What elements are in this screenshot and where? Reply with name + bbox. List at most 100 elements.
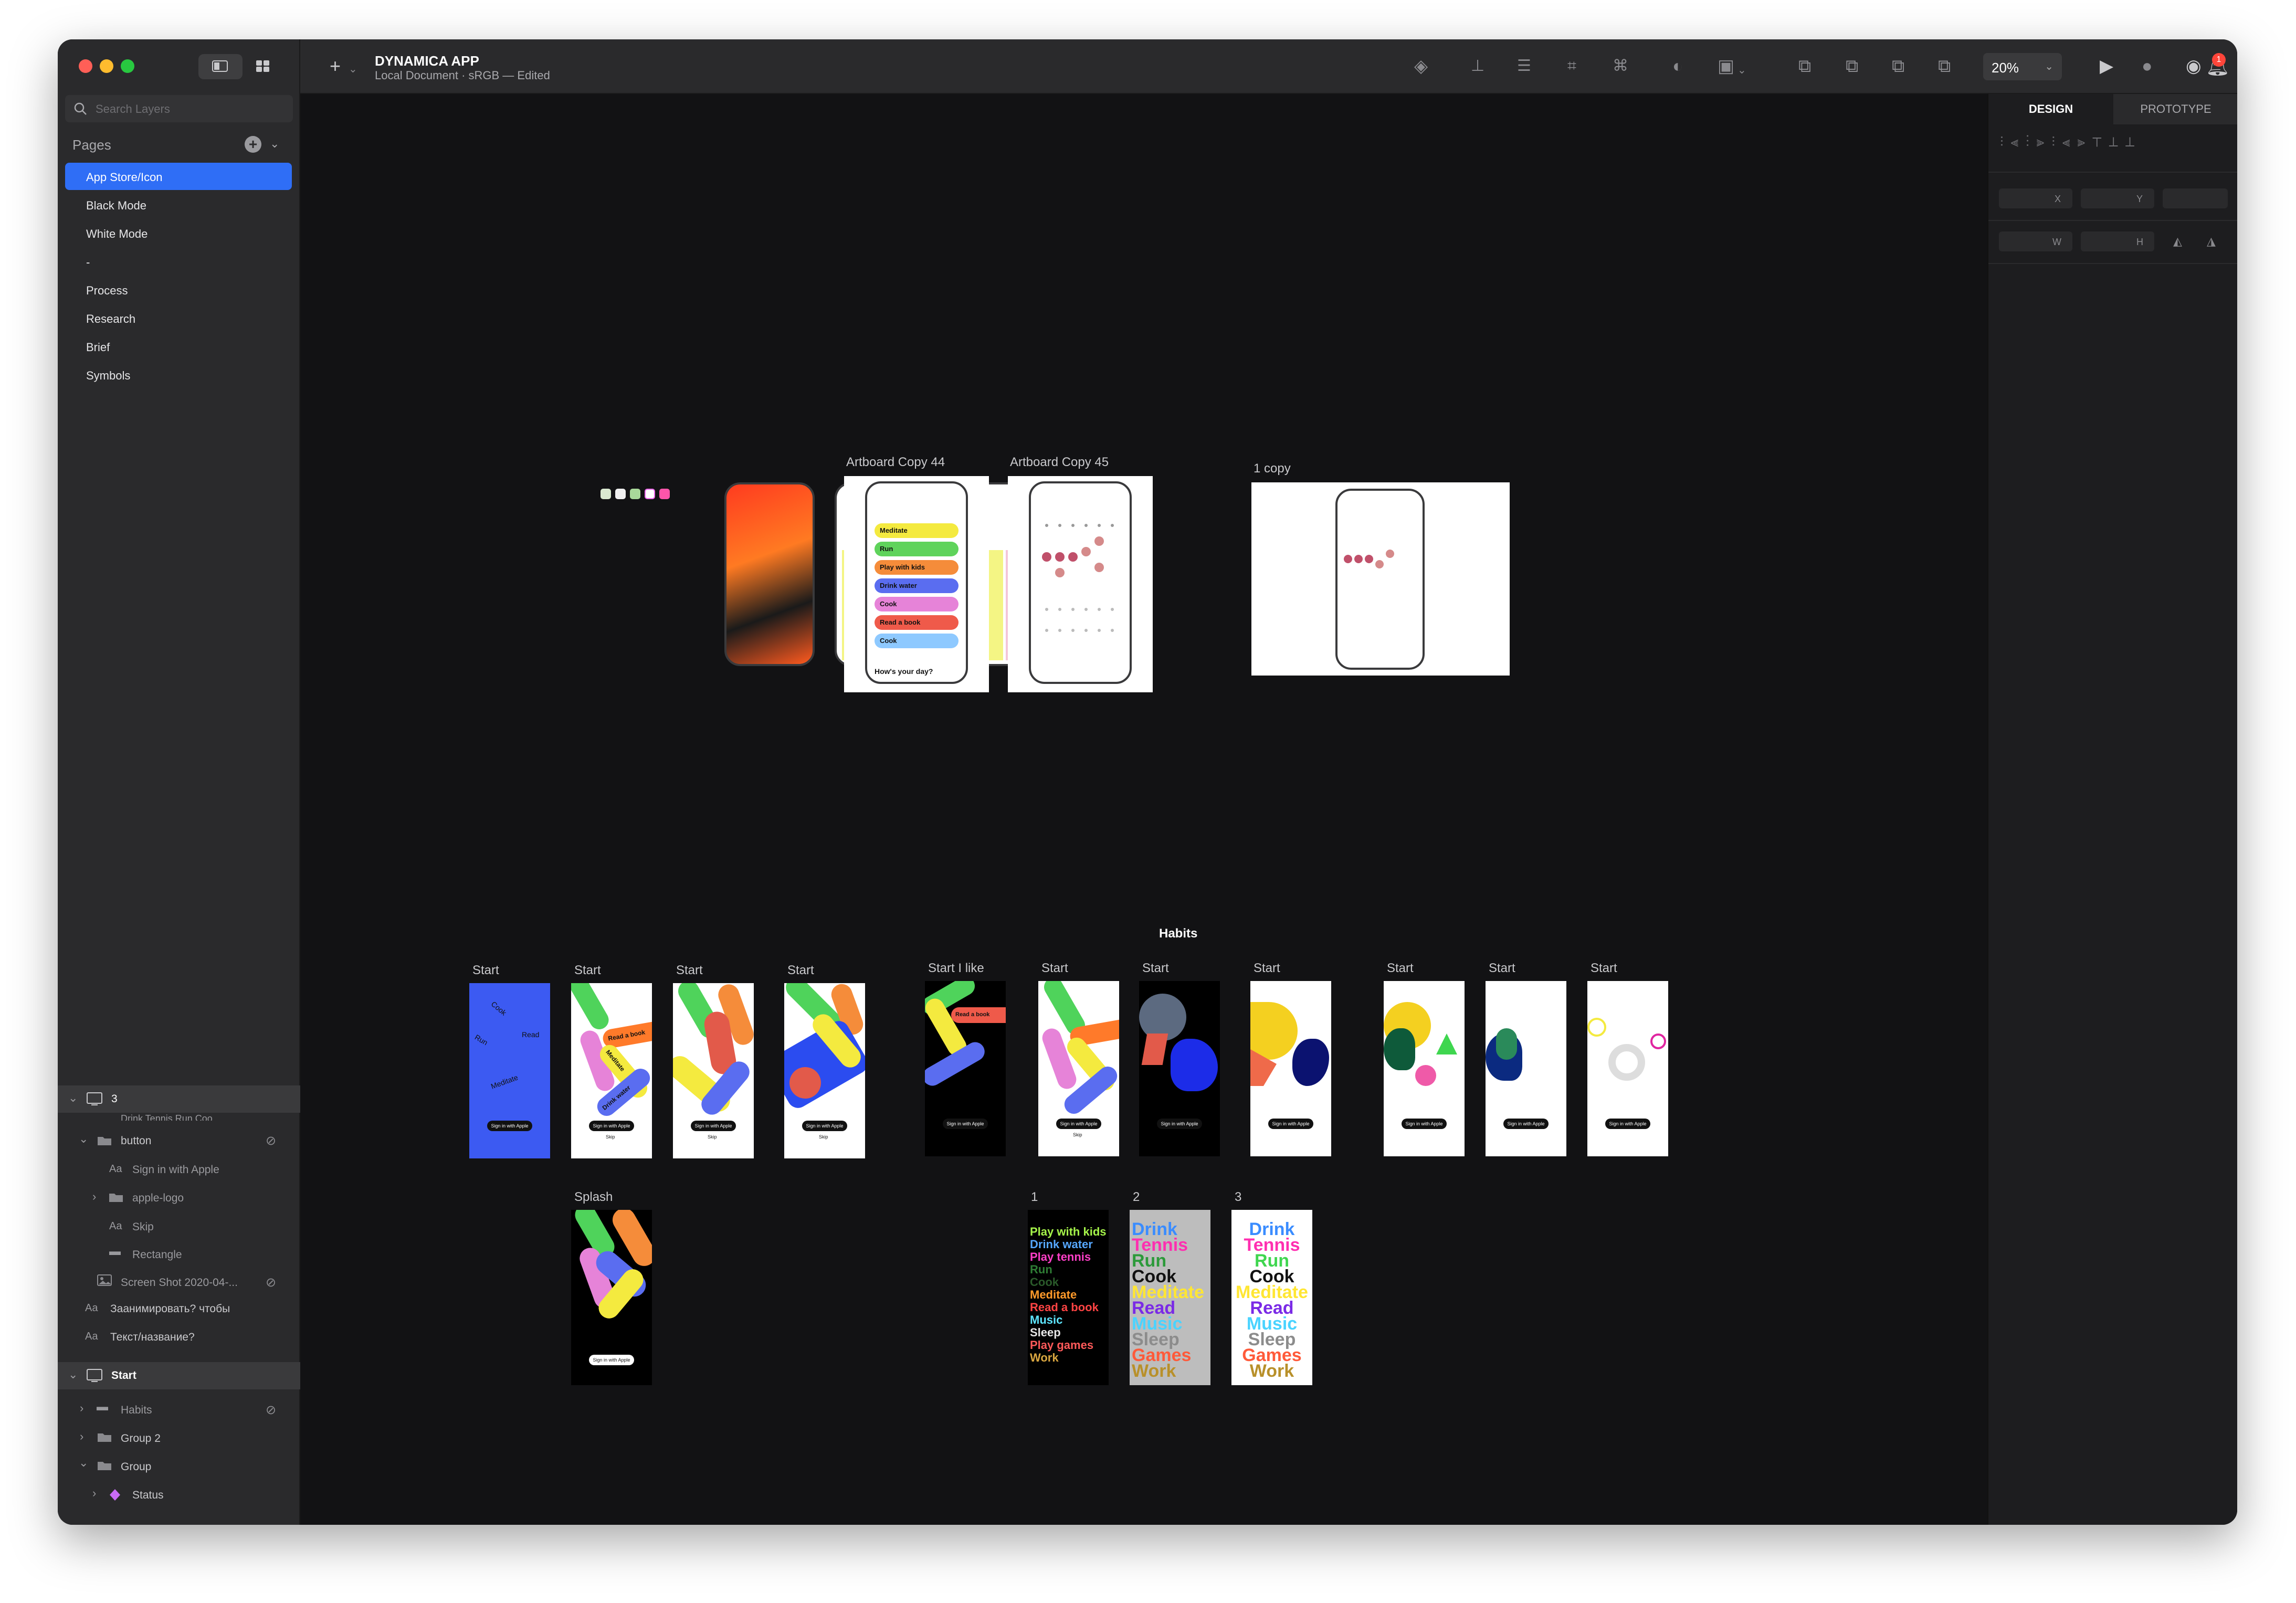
- layer-button[interactable]: button: [121, 1135, 151, 1147]
- page-app-store-icon[interactable]: App Store/Icon: [65, 163, 292, 190]
- resize-icon[interactable]: ▣: [1718, 57, 1734, 75]
- page-symbols[interactable]: Symbols: [65, 361, 292, 388]
- start-artboard-8[interactable]: Sign in with Apple: [1384, 981, 1465, 1156]
- zoom-select[interactable]: 20% ⌄: [1983, 53, 2062, 80]
- design-canvas[interactable]: Artboard Copy 44 Meditate Run Play with …: [300, 94, 1987, 1525]
- sign-in-button[interactable]: Sign in with Apple: [1268, 1119, 1313, 1129]
- start-artboard-7[interactable]: Sign in with Apple: [1250, 981, 1331, 1156]
- sign-in-button[interactable]: Sign in with Apple: [1605, 1119, 1650, 1129]
- distribute-icon[interactable]: ⊥: [1471, 57, 1484, 75]
- difference-icon[interactable]: ⧉: [1938, 57, 1951, 75]
- chevron-right-icon[interactable]: ›: [80, 1401, 83, 1415]
- page-brief[interactable]: Brief: [65, 333, 292, 360]
- layer-status[interactable]: Status: [132, 1489, 164, 1502]
- artboard-copy-44[interactable]: Meditate Run Play with kids Drink water …: [844, 476, 989, 692]
- page-black-mode[interactable]: Black Mode: [65, 191, 292, 218]
- start-artboard-6[interactable]: Sign in with Apple: [1139, 981, 1220, 1156]
- app-icons-row[interactable]: [601, 489, 684, 500]
- preview-play-icon[interactable]: ▶: [2100, 57, 2113, 75]
- skip-link[interactable]: Skip: [819, 1134, 828, 1140]
- sign-in-button[interactable]: Sign in with Apple: [1056, 1119, 1101, 1129]
- iphone-homescreen-mockup[interactable]: [724, 482, 815, 666]
- skip-link[interactable]: Skip: [606, 1134, 615, 1140]
- search-layers-field[interactable]: Search Layers: [65, 95, 293, 122]
- skip-link[interactable]: Skip: [1073, 1132, 1082, 1137]
- layer-text-title[interactable]: Текст/название?: [110, 1331, 195, 1344]
- layer-apple-logo[interactable]: apple-logo: [132, 1192, 184, 1205]
- start-artboard-2[interactable]: Read a book Meditate Drink water Sign in…: [571, 983, 652, 1158]
- sign-in-button[interactable]: Sign in with Apple: [943, 1119, 988, 1129]
- artboard-copy-45[interactable]: [1008, 476, 1153, 692]
- sign-in-button[interactable]: Sign in with Apple: [1402, 1119, 1447, 1129]
- chevron-down-icon[interactable]: ⌄: [79, 1456, 88, 1470]
- tab-prototype[interactable]: PROTOTYPE: [2113, 94, 2237, 124]
- sign-in-button[interactable]: Sign in with Apple: [487, 1121, 532, 1131]
- minimize-window-button[interactable]: [100, 59, 113, 73]
- rotation-field[interactable]: [2163, 188, 2228, 208]
- layer-habits[interactable]: Habits: [121, 1404, 152, 1417]
- page-process[interactable]: Process: [65, 276, 292, 303]
- flip-vertical-icon[interactable]: ◮: [2207, 235, 2216, 248]
- mask-icon[interactable]: ◐: [1672, 57, 1683, 75]
- layer-group[interactable]: Group: [121, 1461, 151, 1473]
- subtract-icon[interactable]: ⧉: [1846, 57, 1858, 75]
- layer-cut-text[interactable]: Drink Tennis Run Coo: [121, 1113, 213, 1121]
- intersect-icon[interactable]: ⧉: [1892, 57, 1904, 75]
- zoom-window-button[interactable]: [121, 59, 134, 73]
- flip-horizontal-icon[interactable]: ◭: [2173, 235, 2182, 248]
- skip-link[interactable]: Skip: [708, 1134, 717, 1140]
- layer-group-2[interactable]: Group 2: [121, 1432, 161, 1445]
- ungroup-icon[interactable]: ⌘: [1613, 57, 1628, 75]
- layers-list-icon[interactable]: [212, 59, 228, 73]
- comments-icon[interactable]: ●: [2142, 57, 2153, 75]
- chevron-down-icon[interactable]: ⌄: [68, 1091, 78, 1105]
- w-field[interactable]: [1999, 231, 2072, 251]
- sign-in-button[interactable]: Sign in with Apple: [589, 1121, 634, 1131]
- layer-skip[interactable]: Skip: [132, 1221, 154, 1233]
- start-artboard-9[interactable]: Sign in with Apple: [1486, 981, 1566, 1156]
- chevron-down-icon[interactable]: ⌄: [349, 60, 357, 78]
- layer-sign-in-with-apple[interactable]: Sign in with Apple: [132, 1164, 219, 1176]
- align-icon[interactable]: ☰: [1517, 57, 1531, 75]
- hidden-eye-icon[interactable]: ⊘: [266, 1133, 276, 1148]
- poster-2-artboard[interactable]: Drink Tennis Run Cook Meditate Read Music Sleep…: [1130, 1210, 1210, 1385]
- start-artboard-5[interactable]: Sign in with Apple Skip: [1038, 981, 1119, 1156]
- y-field[interactable]: [2081, 188, 2154, 208]
- chevron-down-icon[interactable]: ⌄: [270, 137, 279, 151]
- page-research[interactable]: Research: [65, 304, 292, 332]
- poster-1-artboard[interactable]: Play with kids Drink water Play tennis Run C…: [1028, 1210, 1109, 1385]
- account-icon[interactable]: ◉: [2186, 57, 2202, 75]
- habit-pill[interactable]: Run: [875, 542, 959, 556]
- sign-in-button[interactable]: Sign in with Apple: [589, 1355, 634, 1365]
- start-artboard-10[interactable]: Sign in with Apple: [1587, 981, 1668, 1156]
- start-artboard-4[interactable]: Sign in with Apple Skip: [784, 983, 865, 1158]
- group-icon[interactable]: ⌗: [1567, 57, 1576, 75]
- union-icon[interactable]: ⧉: [1798, 57, 1811, 75]
- start-artboard-1[interactable]: Cook Read Run Meditate Sign in with Appl…: [469, 983, 550, 1158]
- habit-pill[interactable]: Drink water: [875, 578, 959, 593]
- chevron-down-icon[interactable]: ⌄: [1737, 61, 1746, 79]
- start-artboard-3[interactable]: Sign in with Apple Skip: [673, 983, 754, 1158]
- habit-pill[interactable]: Cook: [875, 597, 959, 611]
- layer-text-animate[interactable]: Заанимировать? чтобы: [110, 1303, 230, 1315]
- sign-in-button[interactable]: Sign in with Apple: [1503, 1119, 1549, 1129]
- habit-pill[interactable]: Read a book: [875, 615, 959, 630]
- habit-pill[interactable]: Meditate: [875, 523, 959, 538]
- add-page-icon[interactable]: +: [245, 136, 261, 153]
- sign-in-button[interactable]: Sign in with Apple: [1157, 1119, 1202, 1129]
- poster-3-artboard[interactable]: Drink Tennis Run Cook Meditate Read Music Sleep…: [1231, 1210, 1312, 1385]
- chevron-right-icon[interactable]: ›: [80, 1430, 83, 1443]
- close-window-button[interactable]: [79, 59, 92, 73]
- layer-rectangle[interactable]: Rectangle: [132, 1249, 182, 1261]
- symbol-icon[interactable]: ◈: [1414, 57, 1428, 75]
- artboard-1-copy[interactable]: [1251, 482, 1510, 676]
- start-i-like-artboard[interactable]: Read a book Sign in with Apple: [925, 981, 1006, 1156]
- chevron-right-icon[interactable]: ›: [92, 1486, 96, 1500]
- h-field[interactable]: [2081, 231, 2154, 251]
- page-white-mode[interactable]: White Mode: [65, 219, 292, 247]
- components-grid-icon[interactable]: [255, 59, 271, 73]
- habit-pill[interactable]: Play with kids: [875, 560, 959, 575]
- tab-design[interactable]: DESIGN: [1988, 94, 2113, 124]
- x-field[interactable]: [1999, 188, 2072, 208]
- page-separator[interactable]: -: [65, 248, 292, 275]
